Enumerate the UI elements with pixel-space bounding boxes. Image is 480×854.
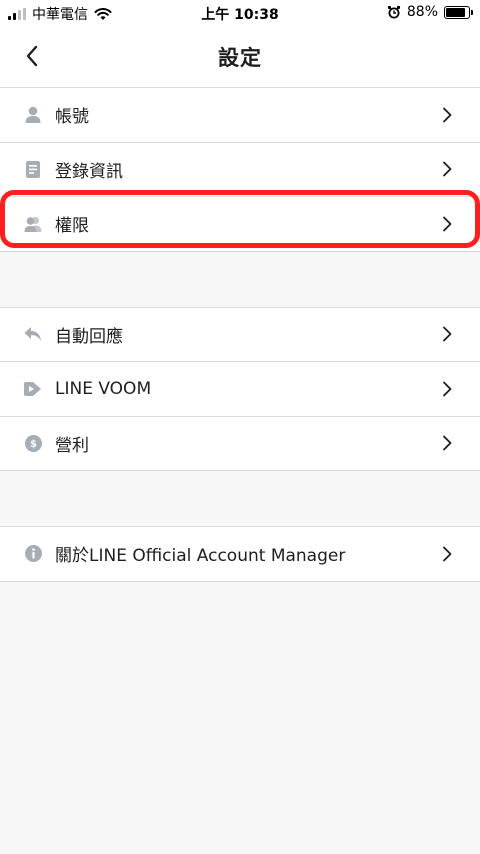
svg-text:$: $	[30, 439, 37, 450]
settings-item-line-voom[interactable]: LINE VOOM	[0, 362, 480, 417]
chevron-right-icon	[443, 107, 452, 123]
chevron-right-icon	[443, 161, 452, 177]
settings-item-label: 帳號	[55, 107, 89, 128]
alarm-icon	[387, 5, 401, 19]
battery-fill	[446, 7, 466, 17]
settings-item-label: 自動回應	[55, 326, 123, 347]
navigation-bar: 設定	[0, 24, 480, 88]
info-icon	[24, 545, 42, 563]
settings-item-monetization[interactable]: $ 營利	[0, 416, 480, 471]
section-spacer	[0, 471, 480, 527]
reply-icon	[24, 325, 42, 343]
settings-group-about: 關於LINE Official Account Manager	[0, 527, 480, 582]
person-icon	[24, 106, 42, 124]
settings-item-label: 營利	[55, 435, 89, 456]
voom-icon	[24, 380, 42, 398]
settings-item-label: LINE VOOM	[55, 378, 152, 399]
settings-item-auto-reply[interactable]: 自動回應	[0, 307, 480, 362]
chevron-right-icon	[443, 381, 452, 397]
status-right: 88%	[387, 4, 473, 20]
settings-item-about[interactable]: 關於LINE Official Account Manager	[0, 527, 480, 582]
settings-group-features: 自動回應 LINE VOOM $ 營利	[0, 307, 480, 471]
settings-item-label: 登錄資訊	[55, 161, 123, 182]
dollar-coin-icon: $	[24, 434, 42, 452]
settings-group-account: 帳號 登錄資訊 權限	[0, 88, 480, 252]
settings-item-label: 權限	[55, 216, 89, 237]
page-title: 設定	[218, 46, 262, 70]
document-icon	[24, 160, 42, 178]
settings-item-permissions[interactable]: 權限	[0, 197, 480, 252]
battery-percent: 88%	[406, 4, 438, 20]
chevron-right-icon	[443, 435, 452, 451]
settings-item-login-info[interactable]: 登錄資訊	[0, 142, 480, 197]
battery-icon	[444, 5, 473, 19]
settings-item-account[interactable]: 帳號	[0, 88, 480, 143]
section-spacer	[0, 251, 480, 308]
people-icon	[24, 215, 42, 233]
chevron-right-icon	[443, 216, 452, 232]
settings-item-label: 關於LINE Official Account Manager	[55, 546, 346, 567]
chevron-right-icon	[443, 546, 452, 562]
status-bar: 中華電信 上午 10:38 88%	[0, 0, 480, 24]
chevron-right-icon	[443, 326, 452, 342]
